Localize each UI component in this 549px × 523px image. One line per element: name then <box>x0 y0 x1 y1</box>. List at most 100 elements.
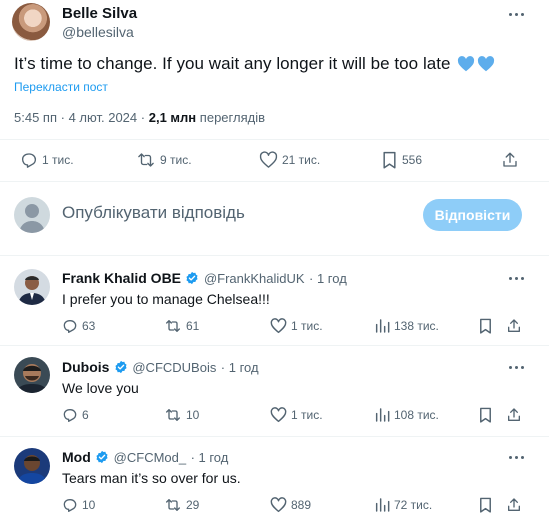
reply-time[interactable]: · 1 год <box>191 450 229 465</box>
share-icon <box>503 152 517 167</box>
repost-count: 9 тис. <box>160 153 192 167</box>
bookmark-button[interactable] <box>478 497 493 513</box>
like-count: 1 тис. <box>291 319 323 333</box>
reply-actions: 63 61 1 тис. 138 тис. <box>62 318 532 338</box>
more-icon[interactable] <box>505 357 527 377</box>
repost-count: 61 <box>186 319 200 333</box>
reply-icon <box>63 409 77 422</box>
share-icon <box>508 408 520 421</box>
tweet-body: It’s time to change. If you wait any lon… <box>14 54 451 73</box>
reply-button[interactable]: 6 <box>62 407 89 423</box>
reply-avatar[interactable] <box>14 448 50 484</box>
more-icon[interactable] <box>505 4 527 24</box>
reply-author-handle[interactable]: @CFCDUBois <box>132 360 216 375</box>
verified-icon <box>96 450 108 464</box>
divider <box>0 255 549 256</box>
views-button[interactable]: 108 тис. <box>374 407 439 423</box>
like-icon <box>270 407 287 423</box>
views-count: 108 тис. <box>394 408 439 422</box>
author-handle[interactable]: @bellesilva <box>62 24 134 40</box>
more-icon[interactable] <box>505 268 527 288</box>
avatar <box>14 197 50 233</box>
reply-author-name[interactable]: Dubois <box>62 359 109 375</box>
reply-button[interactable]: 10 <box>62 497 95 513</box>
repost-icon <box>138 153 154 167</box>
avatar-image <box>14 269 50 305</box>
reply-icon <box>21 153 37 168</box>
bookmark-icon <box>480 318 491 334</box>
share-button[interactable] <box>506 318 522 334</box>
bookmark-icon <box>480 407 491 423</box>
repost-button[interactable]: 61 <box>164 318 199 334</box>
tweet-emoji <box>457 56 495 72</box>
reply-button[interactable]: 63 <box>62 318 95 334</box>
repost-count: 29 <box>186 498 200 512</box>
reply-button[interactable]: 1 тис. <box>20 151 74 169</box>
meta-separator: · <box>140 110 146 125</box>
reply-text: We love you <box>62 380 139 396</box>
tweet-text: It’s time to change. If you wait any lon… <box>14 54 495 74</box>
share-button[interactable] <box>506 407 522 423</box>
like-count: 1 тис. <box>291 408 323 422</box>
reply-actions: 10 29 889 72 тис. <box>62 497 532 517</box>
views-label: переглядів <box>199 110 265 125</box>
bookmark-count: 556 <box>402 153 423 167</box>
views-count: 72 тис. <box>394 498 433 512</box>
repost-button[interactable]: 29 <box>164 497 199 513</box>
reply-count: 63 <box>82 319 96 333</box>
repost-icon <box>166 499 180 511</box>
reply-avatar[interactable] <box>14 269 50 305</box>
avatar-image <box>14 448 50 484</box>
default-avatar-icon <box>19 204 45 233</box>
reply-actions: 6 10 1 тис. 108 тис. <box>62 407 532 427</box>
reply-time[interactable]: · 1 год <box>221 360 259 375</box>
bookmark-button[interactable] <box>478 407 493 423</box>
bookmark-icon <box>383 151 396 169</box>
blue-heart-icon <box>478 56 495 72</box>
reply-author-handle[interactable]: @CFCMod_ <box>114 450 186 465</box>
share-button[interactable] <box>501 151 519 169</box>
reply-author-name[interactable]: Mod <box>62 449 91 465</box>
meta-separator: · <box>60 110 65 125</box>
reply-author-handle[interactable]: @FrankKhalidUK <box>204 271 305 286</box>
views-count: 2,1 млн <box>148 110 197 125</box>
blue-heart-icon <box>458 56 475 72</box>
author-name[interactable]: Belle Silva <box>62 5 137 22</box>
tweet-actions: 1 тис. 9 тис. 21 тис. 556 <box>14 151 534 171</box>
like-button[interactable]: 21 тис. <box>259 151 320 169</box>
reply-author-name[interactable]: Frank Khalid OBE <box>62 270 181 286</box>
share-button[interactable] <box>506 497 522 513</box>
share-icon <box>508 498 520 511</box>
like-button[interactable]: 1 тис. <box>270 318 323 334</box>
views-button[interactable]: 72 тис. <box>374 497 432 513</box>
views-button[interactable]: 138 тис. <box>374 318 439 334</box>
reply-time[interactable]: · 1 год <box>309 271 347 286</box>
reply-count: 6 <box>82 408 89 422</box>
reply-text: Tears man it’s so over for us. <box>62 470 241 486</box>
repost-button[interactable]: 9 тис. <box>136 151 192 169</box>
like-icon <box>259 151 278 168</box>
reply-header: Dubois @CFCDUBois · 1 год <box>62 359 259 377</box>
translate-link[interactable]: Перекласти пост <box>14 80 108 94</box>
reply-input[interactable]: Опублікувати відповідь <box>62 203 245 223</box>
tweet-meta: 5:45 пп · 4 лют. 2024 · 2,1 млн перегляд… <box>14 110 265 125</box>
tweet-time[interactable]: 5:45 пп <box>14 110 57 125</box>
bookmark-button[interactable]: 556 <box>381 151 422 169</box>
tweet-date[interactable]: 4 лют. 2024 <box>69 110 138 125</box>
repost-button[interactable]: 10 <box>164 407 199 423</box>
like-button[interactable]: 889 <box>270 497 311 513</box>
like-icon <box>270 318 287 334</box>
like-button[interactable]: 1 тис. <box>270 407 323 423</box>
reply-avatar[interactable] <box>14 357 50 393</box>
divider <box>0 181 549 182</box>
repost-icon <box>166 320 180 332</box>
bookmark-button[interactable] <box>478 318 493 334</box>
like-count: 889 <box>291 498 312 512</box>
reply-icon <box>63 320 77 333</box>
reply-submit-button[interactable]: Відповісти <box>423 199 522 231</box>
views-icon <box>375 319 390 333</box>
more-icon[interactable] <box>505 447 527 467</box>
like-icon <box>270 497 287 513</box>
verified-icon <box>186 271 199 285</box>
author-avatar[interactable] <box>12 3 50 41</box>
